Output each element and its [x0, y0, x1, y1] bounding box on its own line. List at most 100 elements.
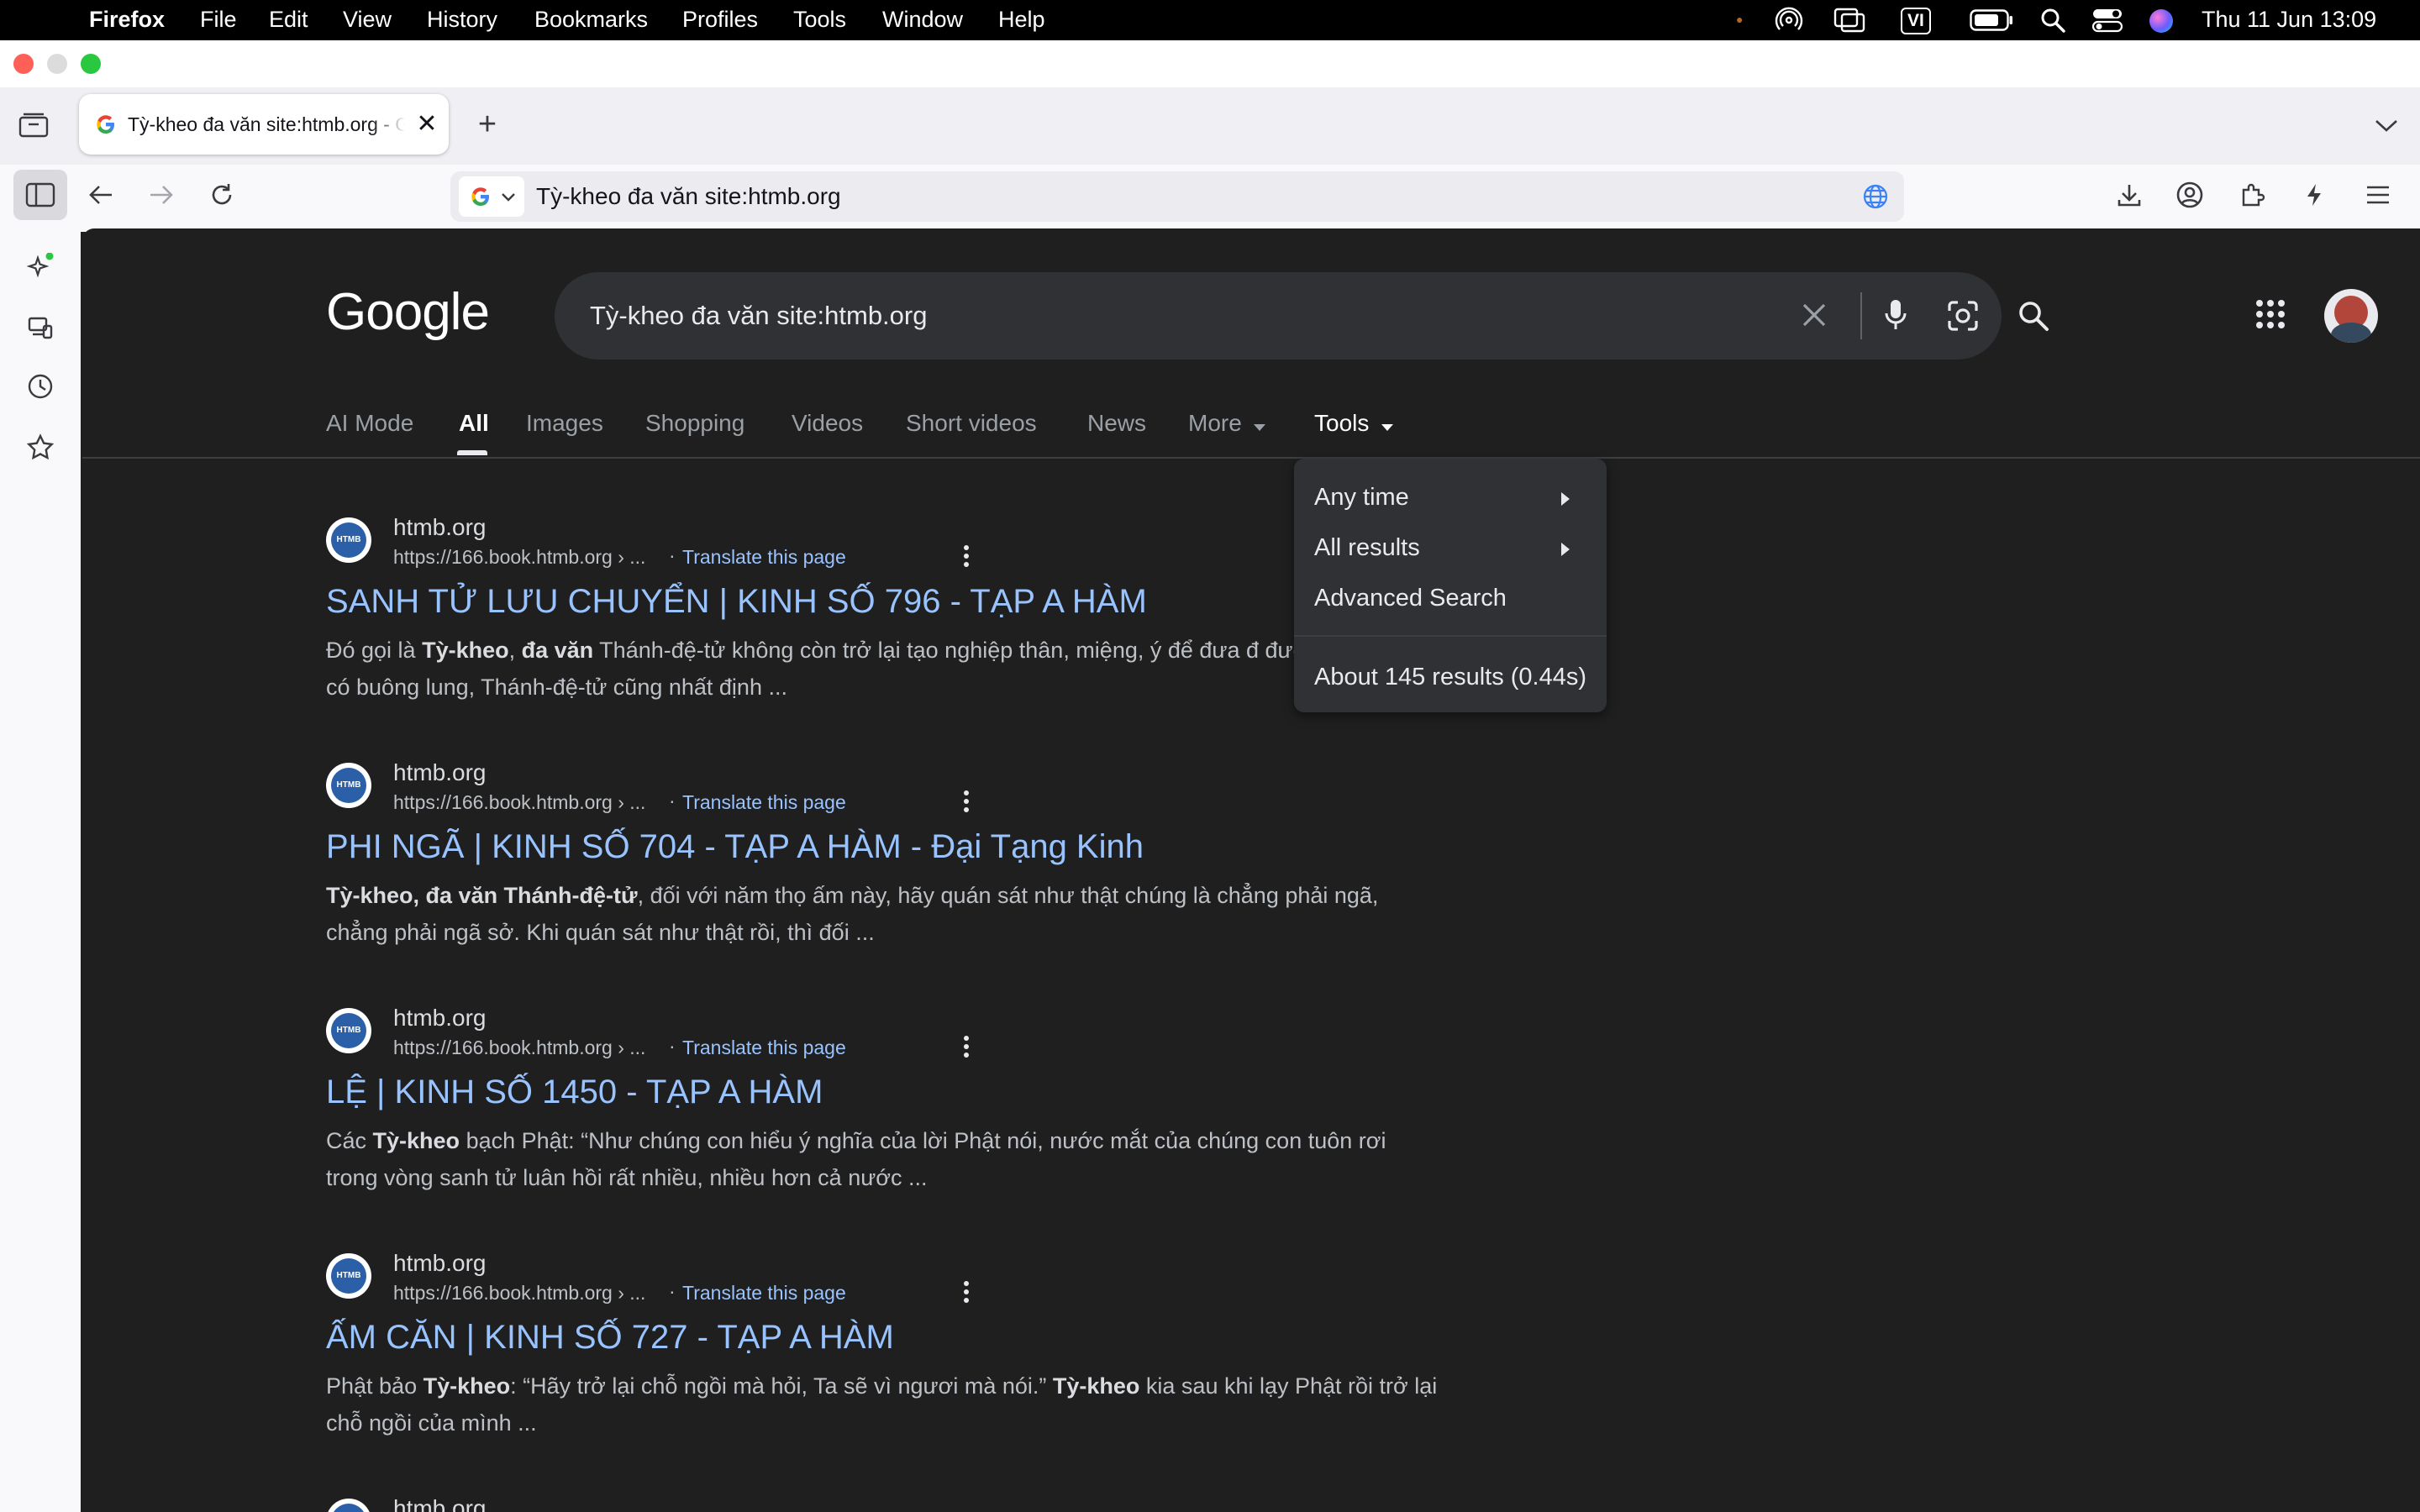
translate-globe-icon[interactable]	[1862, 183, 1889, 214]
translate-page-link[interactable]: Translate this page	[682, 1037, 846, 1059]
nav-divider	[82, 457, 2420, 459]
result-site-name[interactable]: htmb.org	[393, 1250, 487, 1277]
menu-item-any-time[interactable]: Any time	[1314, 484, 1409, 512]
result-options-icon[interactable]	[963, 544, 970, 572]
tab-videos[interactable]: Videos	[792, 410, 863, 437]
spotlight-search-icon[interactable]	[2040, 0, 2065, 40]
url-text[interactable]: Tỳ-kheo đa văn site:htmb.org	[536, 171, 841, 222]
forward-arrow-icon[interactable]	[141, 175, 182, 215]
menu-history[interactable]: History	[427, 0, 497, 40]
hamburger-menu-icon[interactable]	[2358, 175, 2398, 215]
input-source-label: VI	[1901, 7, 1931, 34]
screen-mirroring-icon[interactable]	[1833, 0, 1865, 40]
account-icon[interactable]	[2170, 175, 2210, 215]
result-title-link[interactable]: PHI NGÃ | KINH SỐ 704 - TẠP A HÀM - Đại …	[326, 828, 1144, 866]
tools-dropdown-menu: Any time All results Advanced Search Abo…	[1294, 459, 1607, 712]
control-center-icon[interactable]	[2091, 0, 2123, 40]
translate-page-link[interactable]: Translate this page	[682, 791, 846, 814]
menu-clock[interactable]: Thu 11 Jun 13:09	[2202, 0, 2376, 40]
tab-short-videos[interactable]: Short videos	[906, 410, 1037, 437]
ai-chatbot-sparkle-icon[interactable]	[20, 247, 60, 287]
result-url[interactable]: https://166.book.htmb.org › ...	[393, 791, 645, 814]
extensions-puzzle-icon[interactable]	[2232, 175, 2272, 215]
chevron-down-icon	[501, 192, 516, 207]
result-site-name[interactable]: htmb.org	[393, 1495, 487, 1512]
search-box-divider	[1860, 292, 1862, 339]
search-submit-icon[interactable]	[2017, 299, 2050, 337]
menu-help[interactable]: Help	[998, 0, 1045, 40]
search-by-image-lens-icon[interactable]	[1946, 299, 1980, 337]
new-tab-icon[interactable]: +	[467, 104, 508, 144]
result-title-link[interactable]: ẤM CĂN | KINH SỐ 727 - TẠP A HÀM	[326, 1319, 894, 1357]
result-options-icon[interactable]	[963, 790, 970, 817]
menu-item-all-results[interactable]: All results	[1314, 534, 1420, 562]
downloads-icon[interactable]	[2109, 175, 2149, 215]
submenu-arrow-icon	[1561, 492, 1570, 510]
result-title-link[interactable]: LỆ | KINH SỐ 1450 - TẠP A HÀM	[326, 1074, 823, 1111]
menu-window[interactable]: Window	[882, 0, 963, 40]
tools-button[interactable]: Tools	[1314, 410, 1369, 437]
result-url[interactable]: https://166.book.htmb.org › ...	[393, 1037, 645, 1059]
window-zoom-button[interactable]	[81, 54, 101, 74]
menu-tools[interactable]: Tools	[793, 0, 846, 40]
url-bar[interactable]: Tỳ-kheo đa văn site:htmb.org	[450, 171, 1904, 222]
airdrop-icon[interactable]	[1775, 0, 1803, 40]
result-site-name[interactable]: htmb.org	[393, 514, 487, 541]
google-apps-grid-icon[interactable]	[2255, 299, 2286, 333]
result-snippet: Đó gọi là Tỳ-kheo, đa văn Thánh-đệ-tử kh…	[326, 638, 1439, 700]
tab-active[interactable]: Tỳ-kheo đa văn site:htmb.org - Google ✕	[79, 94, 449, 155]
search-engine-selector[interactable]	[459, 176, 524, 217]
account-avatar[interactable]	[2324, 289, 2378, 343]
menu-view[interactable]: View	[343, 0, 392, 40]
menu-edit[interactable]: Edit	[269, 0, 308, 40]
search-box[interactable]: Tỳ-kheo đa văn site:htmb.org	[555, 272, 2049, 360]
menu-item-advanced-search[interactable]: Advanced Search	[1314, 585, 1507, 612]
tab-close-icon[interactable]: ✕	[408, 106, 445, 143]
menu-divider	[1294, 635, 1607, 637]
site-favicon: HTMB	[326, 517, 371, 563]
macos-menu-bar: Firefox File Edit View History Bookmarks…	[0, 0, 2420, 40]
clear-search-icon[interactable]	[1800, 301, 1828, 333]
result-options-icon[interactable]	[963, 1280, 970, 1308]
sidebar-toggle-button[interactable]	[13, 170, 67, 220]
window-close-button[interactable]	[13, 54, 34, 74]
bookmarks-star-icon[interactable]	[20, 427, 60, 467]
result-site-name[interactable]: htmb.org	[393, 759, 487, 786]
input-source-indicator[interactable]: VI	[1901, 0, 1931, 40]
lightning-icon[interactable]	[2294, 175, 2334, 215]
search-input[interactable]: Tỳ-kheo đa văn site:htmb.org	[590, 272, 927, 360]
menu-profiles[interactable]: Profiles	[682, 0, 758, 40]
tab-all[interactable]: All	[459, 410, 489, 437]
result-title-link[interactable]: SANH TỬ LƯU CHUYỂN | KINH SỐ 796 - TẠP A…	[326, 583, 1147, 621]
breadcrumb-separator: ·	[669, 1035, 676, 1057]
history-clock-icon[interactable]	[20, 366, 60, 407]
synced-tabs-icon[interactable]	[20, 307, 60, 348]
result-site-name[interactable]: htmb.org	[393, 1005, 487, 1032]
site-favicon: HTMB	[326, 1008, 371, 1053]
menu-file[interactable]: File	[200, 0, 237, 40]
translate-page-link[interactable]: Translate this page	[682, 1282, 846, 1305]
result-options-icon[interactable]	[963, 1035, 970, 1063]
result-url[interactable]: https://166.book.htmb.org › ...	[393, 546, 645, 569]
siri-icon[interactable]	[2149, 0, 2173, 40]
list-all-tabs-chevron-down-icon[interactable]	[2366, 104, 2407, 144]
window-minimize-button[interactable]	[47, 54, 67, 74]
tab-shopping[interactable]: Shopping	[645, 410, 744, 437]
tab-ai-mode[interactable]: AI Mode	[326, 410, 413, 437]
tab-groups-icon[interactable]	[13, 104, 54, 144]
tab-images[interactable]: Images	[526, 410, 603, 437]
google-logo[interactable]: Google	[326, 282, 490, 342]
result-url[interactable]: https://166.book.htmb.org › ...	[393, 1282, 645, 1305]
reload-icon[interactable]	[202, 175, 242, 215]
menu-bookmarks[interactable]: Bookmarks	[534, 0, 648, 40]
battery-icon[interactable]	[1970, 0, 2013, 40]
result-snippet: Phật bảo Tỳ-kheo: “Hãy trở lại chỗ ngồi …	[326, 1373, 1438, 1436]
back-arrow-icon[interactable]	[81, 175, 121, 215]
menu-app-name[interactable]: Firefox	[89, 0, 165, 40]
breadcrumb-separator: ·	[669, 1280, 676, 1302]
translate-page-link[interactable]: Translate this page	[682, 546, 846, 569]
tab-title: Tỳ-kheo đa văn site:htmb.org - Google	[128, 113, 405, 135]
tab-news[interactable]: News	[1087, 410, 1146, 437]
voice-search-mic-icon[interactable]	[1882, 297, 1909, 339]
tab-more[interactable]: More	[1188, 410, 1242, 437]
